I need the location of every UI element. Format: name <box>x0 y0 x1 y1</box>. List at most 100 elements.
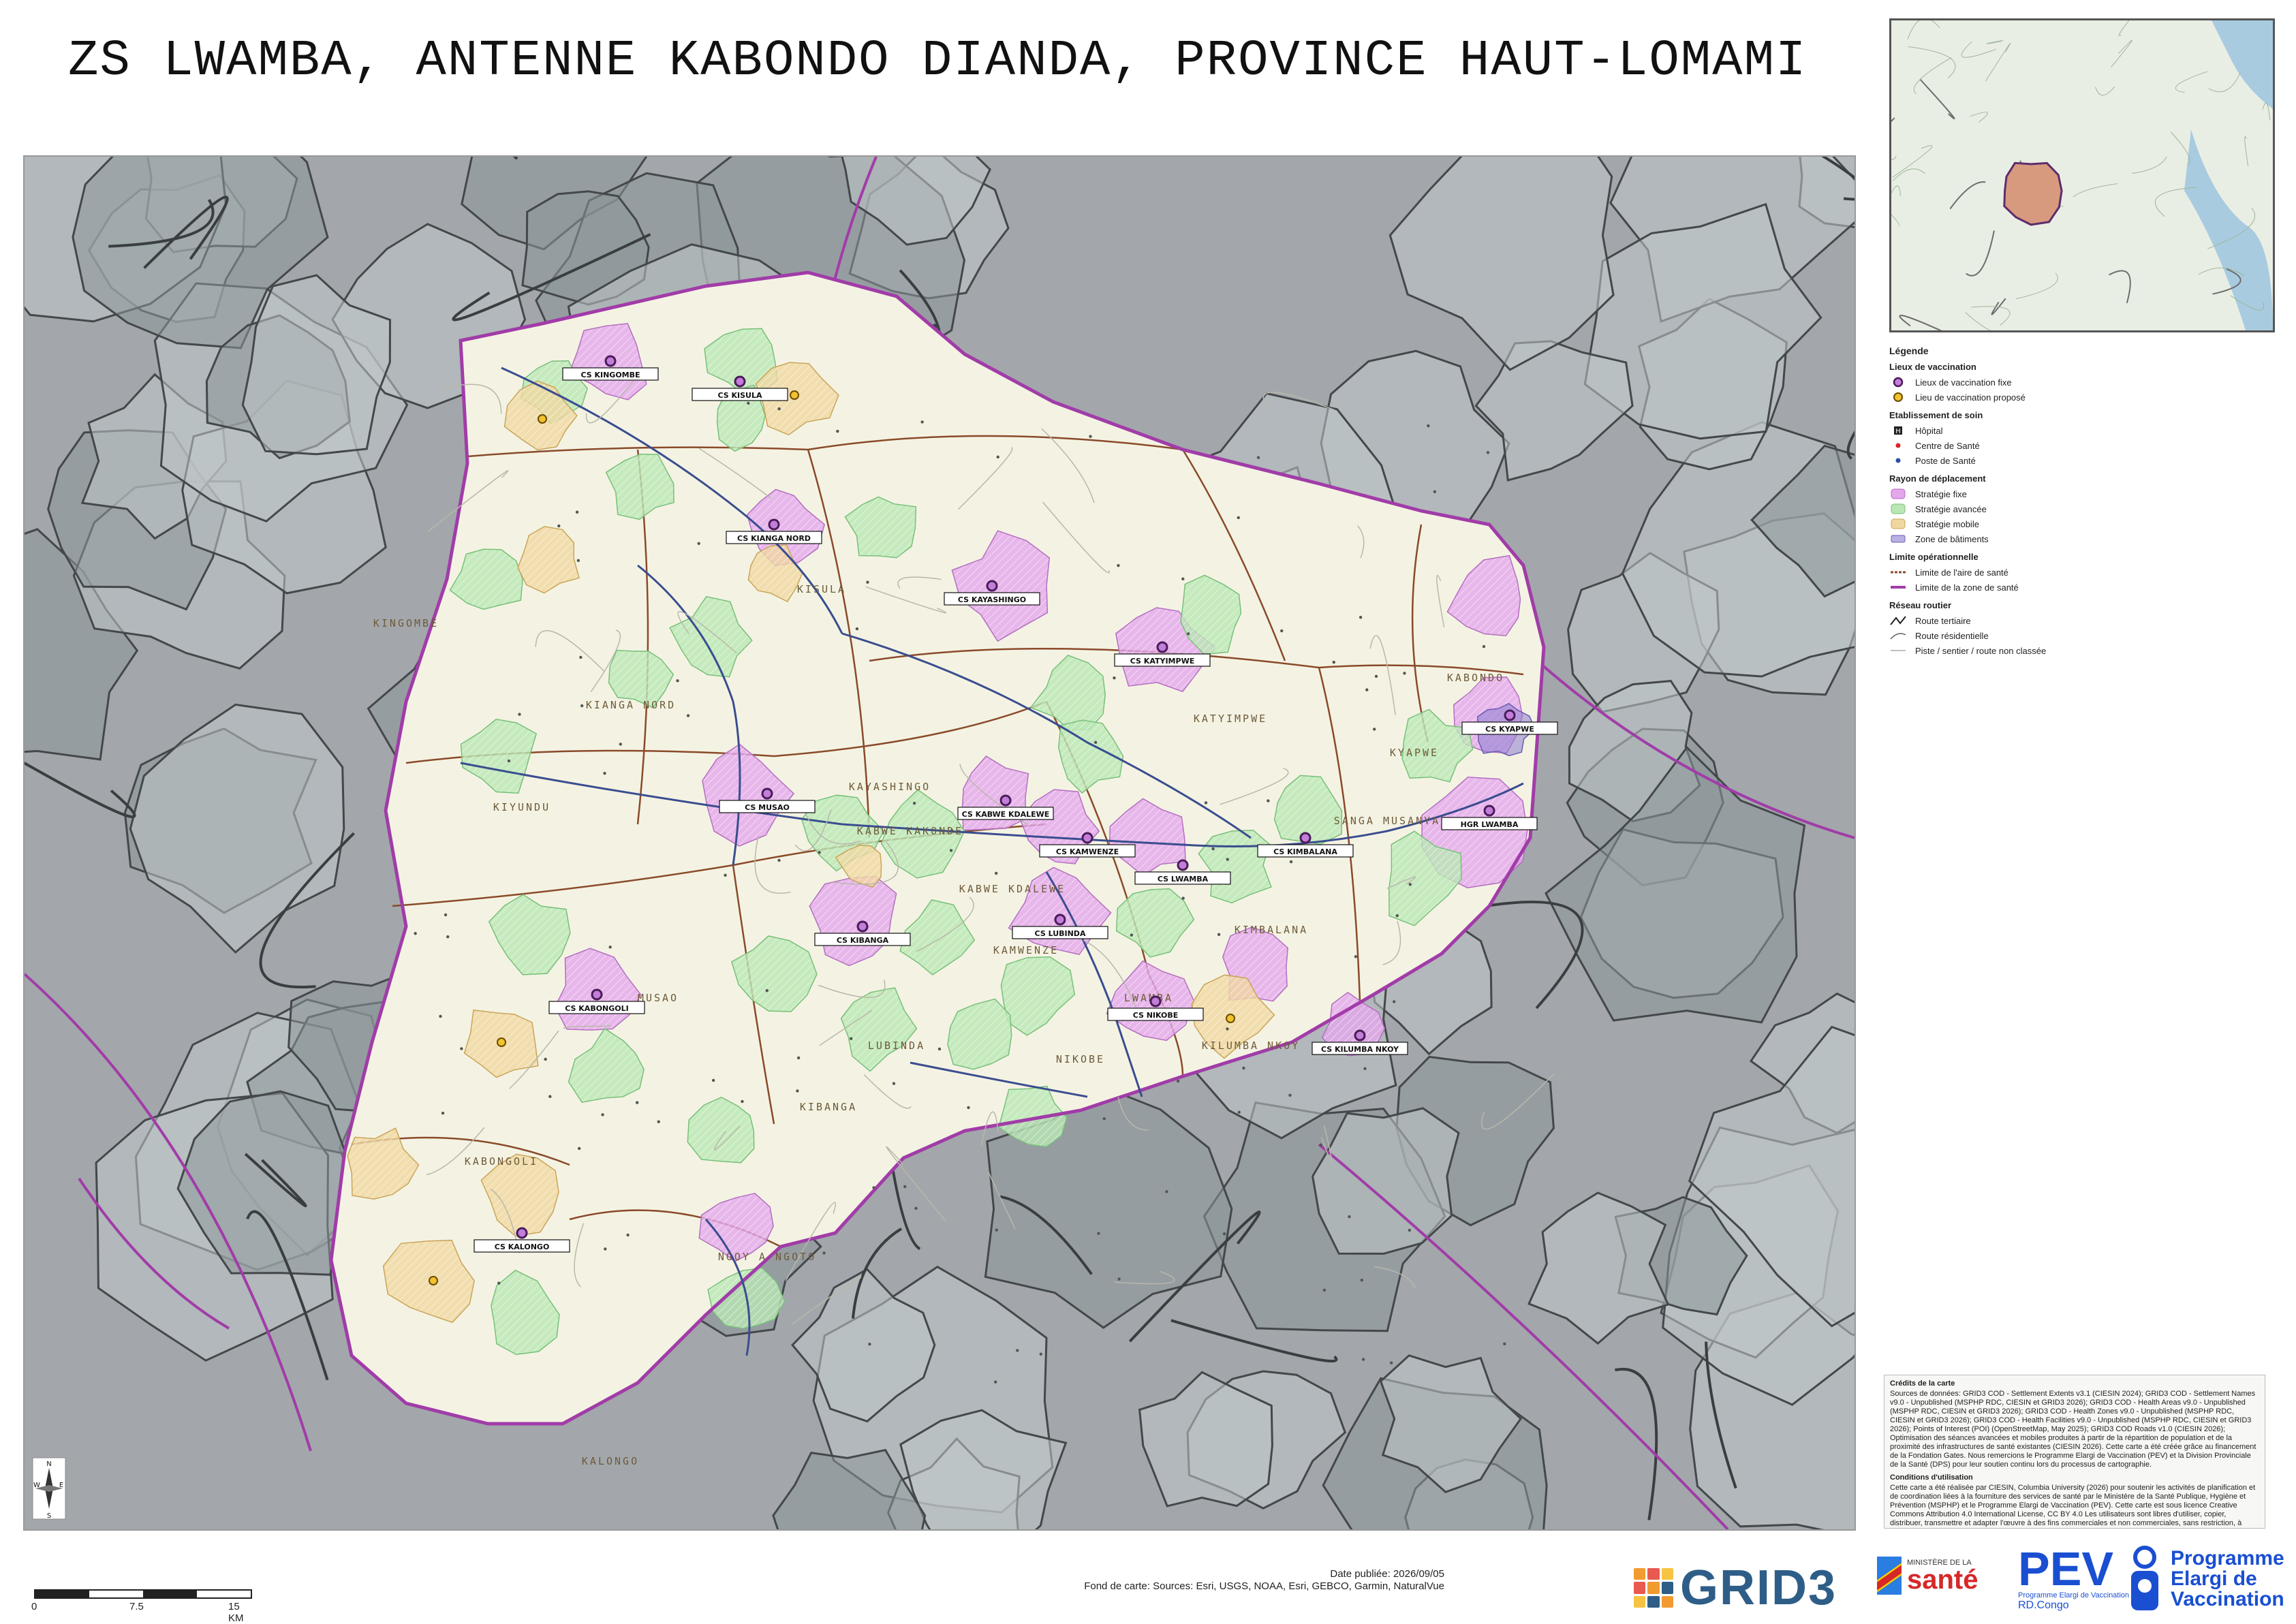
prog-line-3: Vaccination <box>2171 1588 2284 1610</box>
settlement-point <box>1117 563 1120 567</box>
settlement-point <box>1433 490 1437 493</box>
settlement-point <box>849 1037 853 1040</box>
site-label: CS LWAMBA <box>1158 875 1209 884</box>
grid3-wordmark: GRID3 <box>1680 1561 1837 1615</box>
aire-label: LWAMBA <box>1124 992 1173 1004</box>
settlement-point <box>1039 1352 1043 1356</box>
patch-mobile-icon <box>1891 518 1906 529</box>
settlement-point <box>836 429 839 433</box>
legend-item: Zone de bâtiments <box>1889 531 2271 546</box>
settlement-point <box>1267 799 1270 802</box>
settlement-point <box>577 1146 581 1151</box>
settlement-point <box>1113 676 1116 680</box>
line-tertiaire-icon <box>1890 616 1906 625</box>
legend-item: H Hôpital <box>1889 423 2271 438</box>
site-label: CS MUSAO <box>745 803 790 812</box>
settlement-point <box>1392 1000 1396 1003</box>
vaccination-site-proposed-icon <box>497 1037 506 1047</box>
settlement-point <box>1204 801 1208 805</box>
legend-section-heading: Etablissement de soin <box>1889 410 1983 420</box>
vaccination-site-fixe-icon <box>1354 1029 1366 1042</box>
scale-bar: 0 7.5 15 KM <box>31 1589 252 1624</box>
aire-label: KIANGA NORD <box>586 699 676 711</box>
site-label: CS KABONGOLI <box>565 1004 629 1013</box>
settlement-point <box>937 1047 942 1051</box>
vaccination-site-proposed-icon <box>429 1276 438 1285</box>
settlement-point <box>444 913 448 917</box>
grid3-logo: GRID3 <box>1634 1560 1837 1616</box>
compass-rose: N S W E <box>32 1457 66 1520</box>
legend-item-label: Route tertiaire <box>1915 615 1971 626</box>
settlement-point <box>601 1113 604 1116</box>
svg-text:H: H <box>1895 428 1901 435</box>
settlement-point <box>441 1111 445 1115</box>
aire-label: KABWE KAKONDE <box>857 825 963 837</box>
legend-item-label: Piste / sentier / route non classée <box>1915 645 2047 656</box>
pev-logo: PEV Programme Elargi de Vaccination RD.C… <box>2018 1545 2130 1612</box>
site-label: CS KISULA <box>717 391 762 400</box>
inset-highlight-zone <box>2003 161 2063 226</box>
settlement-point <box>818 851 821 854</box>
site-label: CS KABWE KDALEWE <box>962 810 1050 819</box>
vaccination-site-fixe-icon <box>1299 832 1312 844</box>
compass-label-s: S <box>47 1512 51 1520</box>
settlement-point <box>1408 1228 1411 1232</box>
settlement-point <box>892 1082 896 1085</box>
legend-item: Lieux de vaccination fixe <box>1889 375 2271 390</box>
site-label: CS KIMBALANA <box>1273 847 1337 856</box>
publication-info: Date publiée: 2026/09/05 Fond de carte: … <box>967 1568 1444 1593</box>
settlement-point <box>1280 629 1284 633</box>
legend-item-label: Limite de l'aire de santé <box>1915 567 2008 578</box>
settlement-point <box>1016 1349 1019 1352</box>
legend-item-label: Route résidentielle <box>1915 630 1989 641</box>
legend-section-heading: Lieux de vaccination <box>1889 362 1976 372</box>
settlement-point <box>741 1099 744 1104</box>
scale-label-end: 15 KM <box>228 1601 244 1624</box>
settlement-point <box>1289 860 1293 864</box>
settlement-point <box>920 420 924 424</box>
map-canvas: KINGOMBEKISULAKIANGA NORDKIYUNDUMUSAOKAY… <box>25 157 1855 1529</box>
legend-item-label: Poste de Santé <box>1915 455 1976 466</box>
settlement-point <box>1361 1358 1365 1361</box>
settlement-point <box>1242 1066 1245 1070</box>
site-label: CS KALONGO <box>495 1243 550 1251</box>
legend-item-label: Lieux de vaccination fixe <box>1915 377 2012 388</box>
inset-canvas <box>1891 20 2273 330</box>
settlement-point <box>518 713 521 716</box>
settlement-point <box>1332 660 1335 664</box>
legend-section-heading: Rayon de déplacement <box>1889 473 1986 484</box>
aire-label: KABONGOLI <box>465 1155 538 1168</box>
sante-label: santé <box>1907 1565 1979 1595</box>
settlement-point <box>747 401 750 405</box>
vaccination-site-proposed-icon <box>1226 1014 1235 1023</box>
credits-conditions: Cette carte a été réalisée par CIESIN, C… <box>1890 1484 2256 1527</box>
main-map[interactable]: KINGOMBE KISULA KIANGA NORD KIYUNDU MUSAO KAY… <box>23 155 1856 1531</box>
settlement-point <box>1403 672 1406 675</box>
ministere-sante-logo: MINISTÈRE DE LA santé <box>1877 1557 1979 1595</box>
settlement-point <box>866 580 869 584</box>
aire-label: KABWE KDALEWE <box>959 883 1066 895</box>
pev-subtitle: Programme Elargi de Vaccination <box>2018 1591 2130 1599</box>
settlement-point <box>903 1185 907 1189</box>
settlement-point <box>996 455 999 459</box>
compass-label-e: E <box>59 1482 63 1489</box>
settlement-point <box>1427 424 1430 428</box>
settlement-point <box>868 1342 871 1346</box>
patch-avancee-icon <box>1891 503 1906 514</box>
settlement-point <box>1237 1110 1241 1114</box>
legend-item-label: Hôpital <box>1915 425 1943 436</box>
settlement-point <box>1130 933 1134 937</box>
programme-elargi-logo: Programme Elargi de Vaccination <box>2126 1545 2284 1613</box>
settlement-point <box>914 1206 918 1211</box>
vaccination-site-fixe-icon <box>1483 805 1495 817</box>
settlement-point <box>1117 1277 1121 1281</box>
legend-section-heading: Réseau routier <box>1889 600 1952 610</box>
vaccination-site-fixe-icon <box>516 1227 528 1239</box>
aire-label: SANGA MUSANYA <box>1334 815 1440 827</box>
settlement-point <box>724 873 727 877</box>
legend-item: Route résidentielle <box>1889 628 2271 643</box>
vaccination-figure-icon <box>2126 1545 2164 1613</box>
settlement-point <box>603 772 606 775</box>
aire-label: KAMWENZE <box>993 944 1059 956</box>
hospital-square-icon: H <box>1894 426 1902 435</box>
